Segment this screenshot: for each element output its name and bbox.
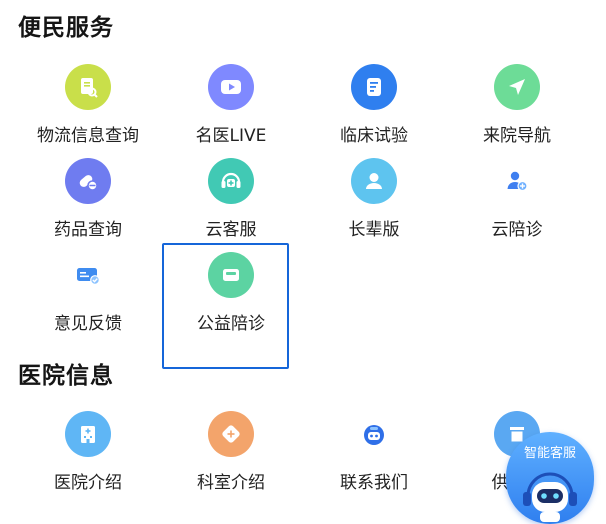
service-label: 医院介绍	[54, 473, 122, 493]
section-title-hospital-info: 医院信息	[18, 363, 114, 389]
contact-robot-icon	[351, 411, 397, 457]
cloud-service-icon	[208, 158, 254, 204]
service-cloud-service[interactable]: 云客服	[159, 158, 303, 246]
service-live[interactable]: 名医LIVE	[159, 64, 303, 152]
service-medicine[interactable]: 药品查询	[16, 158, 160, 246]
service-label: 云客服	[205, 220, 257, 240]
service-elder-mode[interactable]: 长辈版	[302, 158, 446, 246]
smart-service-widget[interactable]: 智能客服	[506, 432, 594, 524]
info-contact-us[interactable]: 联系我们	[302, 411, 446, 499]
hospital-icon	[65, 411, 111, 457]
service-label: 长辈版	[348, 220, 400, 240]
navigation-icon	[494, 64, 540, 110]
service-label: 科室介绍	[197, 473, 265, 493]
service-feedback[interactable]: 意见反馈	[16, 252, 160, 340]
service-navigation[interactable]: 来院导航	[445, 64, 589, 152]
service-label: 联系我们	[340, 473, 408, 493]
cloud-escort-icon	[494, 158, 540, 204]
live-play-icon	[208, 64, 254, 110]
clinical-trial-icon	[351, 64, 397, 110]
smart-service-label: 智能客服	[523, 446, 576, 461]
service-label: 药品查询	[54, 220, 122, 240]
service-label: 物流信息查询	[37, 126, 139, 146]
info-department-intro[interactable]: 科室介绍	[159, 411, 303, 499]
selection-highlight	[162, 243, 289, 369]
medicine-icon	[65, 158, 111, 204]
logistics-icon	[65, 64, 111, 110]
info-hospital-intro[interactable]: 医院介绍	[16, 411, 160, 499]
service-clinical-trial[interactable]: 临床试验	[302, 64, 446, 152]
department-icon	[208, 411, 254, 457]
feedback-icon	[65, 252, 111, 298]
robot-assistant-icon	[520, 466, 580, 522]
service-logistics[interactable]: 物流信息查询	[16, 64, 160, 152]
service-label: 意见反馈	[54, 314, 122, 334]
service-label: 云陪诊	[491, 220, 543, 240]
elder-mode-icon	[351, 158, 397, 204]
service-label: 名医LIVE	[195, 126, 267, 146]
section-title-convenience: 便民服务	[18, 15, 114, 41]
service-label: 临床试验	[340, 126, 408, 146]
service-cloud-escort[interactable]: 云陪诊	[445, 158, 589, 246]
service-label: 来院导航	[483, 126, 551, 146]
